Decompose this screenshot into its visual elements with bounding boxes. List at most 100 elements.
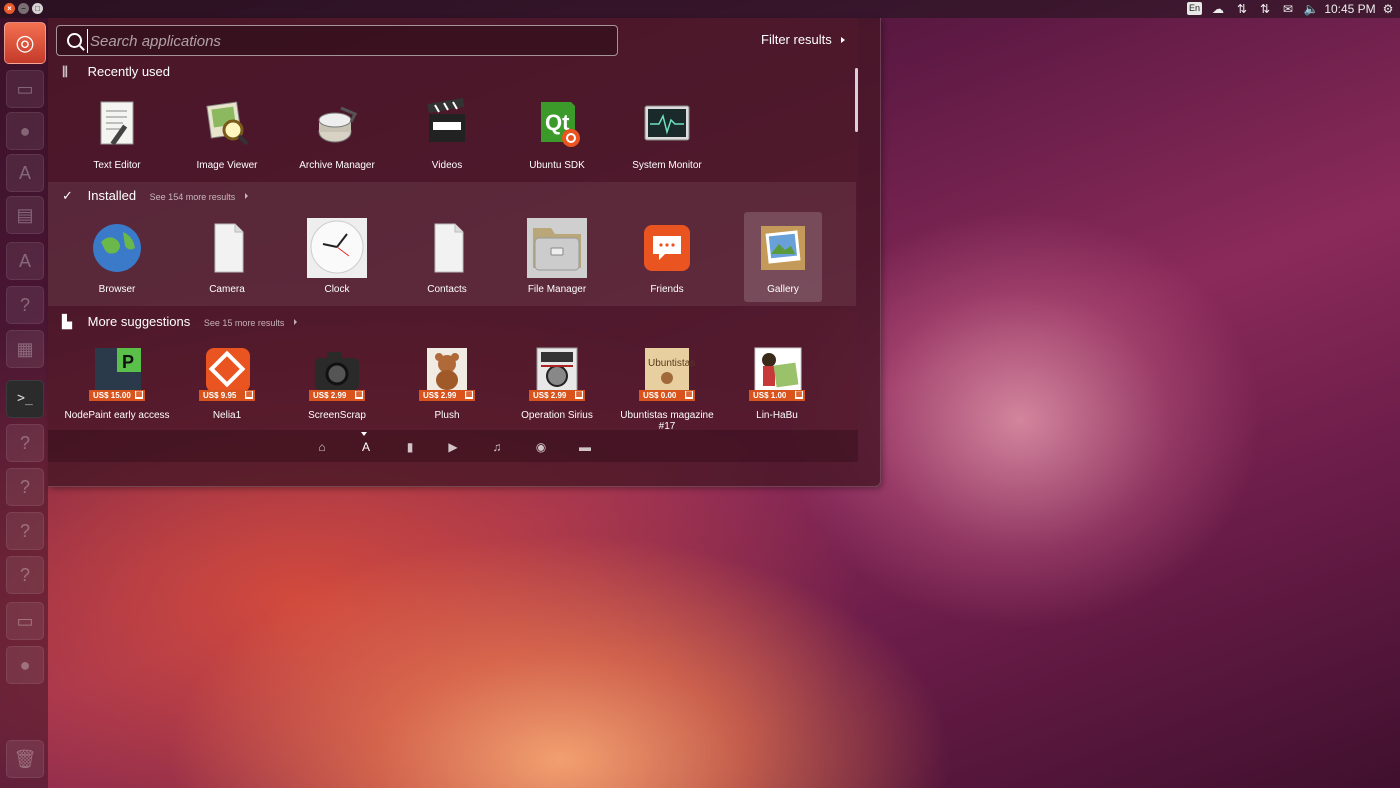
app-label: Operation Sirius <box>521 410 593 421</box>
app-tile-nelia1[interactable]: US$ 9.95 ▦ Nelia1 <box>177 338 277 428</box>
category-more-suggestions: ▙ More suggestions See 15 more results P… <box>48 308 856 432</box>
app-label: Contacts <box>427 284 467 295</box>
lin-habu-icon: US$ 1.00 ▦ <box>747 344 807 404</box>
minimize-button[interactable]: – <box>18 3 29 14</box>
app-tile-image-viewer[interactable]: Image Viewer <box>177 88 277 178</box>
app-tile-archive-manager[interactable]: Archive Manager <box>287 88 387 178</box>
app-tile-contacts[interactable]: Contacts <box>397 212 497 302</box>
image-viewer-icon <box>206 101 249 146</box>
app-tile-camera[interactable]: Camera <box>177 212 277 302</box>
app-tile-clock[interactable]: Clock <box>287 212 387 302</box>
category-header: ▙ More suggestions See 15 more results <box>62 314 298 331</box>
volume-icon[interactable]: 🔈 <box>1303 1 1319 17</box>
unknown-app-icon[interactable]: ? <box>6 424 44 462</box>
gift-icon: ▦ <box>685 391 693 399</box>
app-label: Browser <box>98 284 136 295</box>
app-label: NodePaint early access <box>64 410 170 421</box>
price-tag: US$ 2.99 ▦ <box>309 390 365 401</box>
app-tile-ubuntistas[interactable]: Ubuntistas US$ 0.00 ▦ Ubuntistas magazine… <box>617 338 717 432</box>
close-button[interactable]: × <box>4 3 15 14</box>
app-label: Nelia1 <box>212 410 242 421</box>
maximize-button[interactable]: □ <box>32 3 43 14</box>
terminal-icon[interactable]: >_ <box>6 380 44 418</box>
unknown-app-icon[interactable]: ● <box>6 646 44 684</box>
videos-icon <box>427 97 465 142</box>
unknown-app-icon[interactable]: ? <box>6 556 44 594</box>
social-lens-icon[interactable]: ▬ <box>577 440 593 454</box>
unknown-app-icon[interactable]: ▭ <box>6 602 44 640</box>
app-label: Ubuntu SDK <box>529 160 585 171</box>
cloud-icon[interactable]: ☁ <box>1210 1 1226 17</box>
music-lens-icon[interactable]: ♫ <box>489 440 505 454</box>
category-title: Recently used <box>87 64 171 79</box>
mail-icon[interactable]: ✉ <box>1280 1 1296 17</box>
update-icon[interactable]: A <box>6 242 44 280</box>
software-center-icon[interactable]: A <box>6 154 44 192</box>
archive-manager-icon <box>318 106 358 143</box>
lens-bar: ⌂ A ▮ ▶ ♫ ◉ ▬ <box>48 430 858 462</box>
filter-results-button[interactable]: Filter results <box>761 32 832 47</box>
app-tile-screenscrap[interactable]: US$ 2.99 ▦ ScreenScrap <box>287 338 387 428</box>
see-more-results-link[interactable]: See 15 more results <box>204 315 285 331</box>
app-tile-system-monitor[interactable]: System Monitor <box>617 88 717 178</box>
keyboard-layout-indicator[interactable]: En <box>1187 2 1202 15</box>
see-more-results-link[interactable]: See 154 more results <box>150 189 236 205</box>
category-header: ⫼ Recently used <box>62 64 170 80</box>
search-icon <box>67 33 82 48</box>
svg-text:Ubuntistas: Ubuntistas <box>648 358 695 369</box>
app-tile-nodepaint[interactable]: P US$ 15.00 ▦ NodePaint early access <box>64 338 170 428</box>
installed-check-icon: ✓ <box>62 188 73 203</box>
gift-icon: ▦ <box>465 391 473 399</box>
app-tile-operation-sirius[interactable]: US$ 2.99 ▦ Operation Sirius <box>507 338 607 428</box>
gift-icon: ▦ <box>135 391 143 399</box>
trash-icon[interactable]: 🗑 <box>6 740 44 778</box>
chevron-right-icon <box>244 193 248 199</box>
ubuntu-home-icon[interactable]: ◎ <box>4 22 46 64</box>
price-tag: US$ 15.00 ▦ <box>89 390 145 401</box>
search-box[interactable] <box>56 25 618 56</box>
dash: Filter results ⫼ Recently used Text Edit… <box>48 18 881 487</box>
filter-arrow-icon <box>841 37 845 43</box>
app-tile-lin-habu[interactable]: US$ 1.00 ▦ Lin-HaBu <box>727 338 827 428</box>
network-up-down-icon[interactable]: ⇅ <box>1234 1 1250 17</box>
app-label: Plush <box>434 410 460 421</box>
network-transfer-icon[interactable]: ⇅ <box>1257 1 1273 17</box>
app-tile-gallery[interactable]: Gallery <box>744 212 822 302</box>
app-label: Text Editor <box>93 160 141 171</box>
app-tile-friends[interactable]: Friends <box>617 212 717 302</box>
photos-lens-icon[interactable]: ◉ <box>533 440 549 454</box>
app-tile-ubuntu-sdk[interactable]: Qt Ubuntu SDK <box>507 88 607 178</box>
category-header: ✓ Installed See 154 more results <box>62 188 248 204</box>
clock-indicator[interactable]: 10:45 PM <box>1324 1 1376 17</box>
top-panel: × – □ En ☁ ⇅ ⇅ ✉ 🔈 10:45 PM ⚙ <box>0 0 1400 18</box>
video-lens-icon[interactable]: ▶ <box>445 440 461 454</box>
files-lens-icon[interactable]: ▮ <box>402 440 418 454</box>
price-tag: US$ 9.95 ▦ <box>199 390 255 401</box>
settings-gear-icon[interactable]: ⚙ <box>1380 1 1396 17</box>
home-lens-icon[interactable]: ⌂ <box>314 440 330 454</box>
workspace-icon[interactable]: ▦ <box>6 330 44 368</box>
gift-icon: ▦ <box>795 391 803 399</box>
files-icon[interactable]: ▭ <box>6 70 44 108</box>
unknown-app-icon[interactable]: ? <box>6 512 44 550</box>
system-monitor-icon <box>644 105 690 141</box>
gift-icon: ▦ <box>575 391 583 399</box>
unknown-app-icon[interactable]: ? <box>6 468 44 506</box>
app-tile-file-manager[interactable]: File Manager <box>507 212 607 302</box>
app-tile-videos[interactable]: Videos <box>397 88 497 178</box>
system-settings-icon[interactable]: ▤ <box>6 196 44 234</box>
applications-lens-icon[interactable]: A <box>358 440 374 454</box>
category-installed: ✓ Installed See 154 more results Browser <box>48 182 856 306</box>
dash-content: Filter results ⫼ Recently used Text Edit… <box>48 18 858 462</box>
shopping-bag-icon: ▙ <box>62 314 72 329</box>
category-title: Installed <box>87 188 137 203</box>
unknown-app-icon[interactable]: ? <box>6 286 44 324</box>
app-tile-plush[interactable]: US$ 2.99 ▦ Plush <box>397 338 497 428</box>
search-input[interactable] <box>87 29 612 53</box>
browser-icon[interactable]: ● <box>6 112 44 150</box>
app-tile-browser[interactable]: Browser <box>67 212 167 302</box>
gift-icon: ▦ <box>245 391 253 399</box>
app-tile-text-editor[interactable]: Text Editor <box>67 88 167 178</box>
app-label: Ubuntistas magazine #17 <box>620 410 714 432</box>
svg-text:P: P <box>122 352 134 372</box>
